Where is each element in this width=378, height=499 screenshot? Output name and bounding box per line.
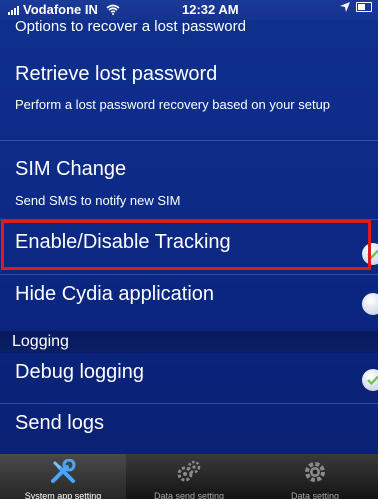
gear-icon [305,462,325,482]
carrier-group: Vodafone IN [8,2,120,17]
retrieve-password-title: Retrieve lost password [15,63,218,85]
tab-label-system: System app setting [24,491,102,499]
hide-cydia-title: Hide Cydia application [15,283,215,305]
retrieve-password-description: Perform a lost password recovery based o… [15,97,331,112]
debug-logging-title: Debug logging [15,361,144,383]
carrier-name: Vodafone IN [23,2,98,17]
logging-section-header: Logging [0,331,378,353]
wrench-screwdriver-icon [51,459,76,483]
tab-label-data-send: Data send setting [153,491,225,499]
gears-icon [177,460,201,482]
app-screen: Vodafone IN 12:32 AM Options to recover … [0,0,378,499]
tab-system-app-setting[interactable]: System app setting [0,454,126,499]
debug-logging-toggle[interactable] [362,369,378,391]
tab-label-data: Data setting [290,491,340,499]
status-bar: Vodafone IN 12:32 AM [0,0,378,20]
sim-change-row[interactable]: SIM Change Send SMS to notify new SIM [0,141,378,220]
battery-icon [356,2,372,12]
send-logs-row[interactable]: Send logs [0,404,378,454]
retrieve-password-row[interactable]: Retrieve lost password Perform a lost pa… [0,38,378,141]
logging-section-title: Logging [12,333,69,350]
tab-bar: System app setting Data send setting Dat… [0,454,378,499]
wifi-icon [106,4,120,15]
hide-cydia-toggle[interactable] [362,293,378,315]
tab-data-setting[interactable]: Data setting [252,454,378,499]
signal-icon [8,5,19,15]
sim-change-description: Send SMS to notify new SIM [15,193,181,208]
status-time: 12:32 AM [182,2,239,17]
hide-cydia-row[interactable]: Hide Cydia application [0,275,378,331]
location-arrow-icon [340,2,350,12]
tab-data-send-setting[interactable]: Data send setting [126,454,252,499]
debug-logging-row[interactable]: Debug logging [0,353,378,404]
checkmark-icon [367,375,378,385]
status-right [340,2,372,12]
highlight-box [1,220,371,270]
section-description-partial: Options to recover a lost password [15,18,246,34]
sim-change-title: SIM Change [15,158,127,180]
send-logs-title: Send logs [15,412,104,434]
